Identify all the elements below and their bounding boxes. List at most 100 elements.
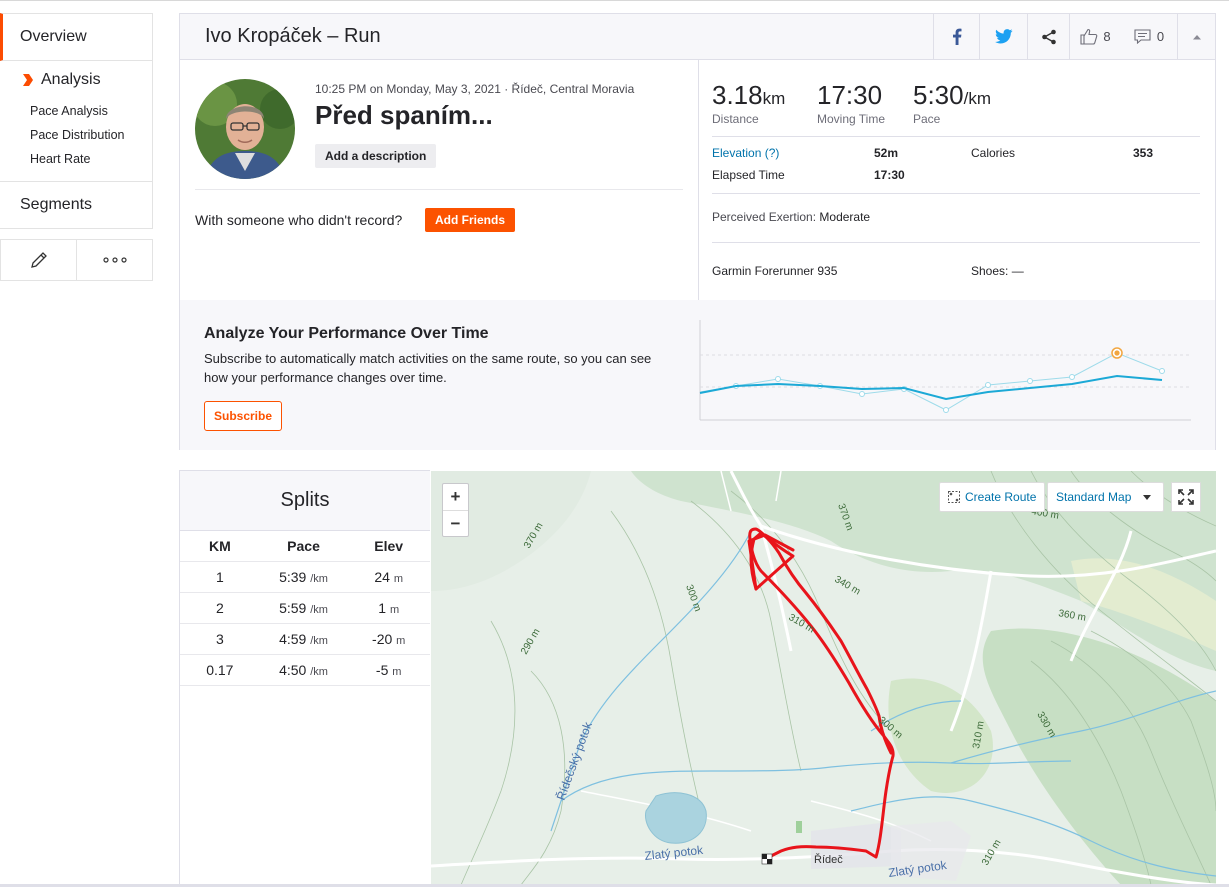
athlete-photo: [195, 79, 295, 179]
split-km: 2: [215, 600, 224, 616]
top-border: [0, 0, 1229, 2]
kudos-button[interactable]: 8: [1069, 14, 1121, 59]
pencil-icon: [30, 252, 47, 268]
divider: [712, 136, 1200, 137]
fullscreen-button[interactable]: [1171, 482, 1201, 512]
divider: [712, 193, 1200, 194]
zoom-out-button[interactable]: −: [443, 510, 468, 536]
twitter-share-button[interactable]: [979, 14, 1027, 59]
split-pace: 4:59 /km: [279, 631, 328, 647]
exertion-value: Moderate: [819, 210, 871, 224]
activity-name: Před spaním...: [315, 100, 493, 130]
village-label: Řídeč: [814, 853, 843, 866]
nav-pace-distribution[interactable]: Pace Distribution: [22, 123, 152, 147]
activity-header: Ivo Kropáček – Run 8 0: [180, 14, 1215, 60]
device-name: Garmin Forerunner 935: [712, 264, 838, 278]
splits-panel: Splits KM Pace Elev 1 5:39 /km 24 m 2 5:…: [179, 470, 430, 884]
sidebar: Overview Analysis Pace Analysis Pace Dis…: [0, 13, 153, 281]
with-someone-text: With someone who didn't record?: [195, 212, 403, 228]
map-type-dropdown[interactable]: Standard Map: [1047, 482, 1164, 512]
moving-time-label: Moving Time: [817, 112, 886, 126]
nav-analysis[interactable]: Analysis: [22, 71, 152, 89]
pace-unit: /km: [963, 89, 991, 108]
distance-value: 3.18: [712, 80, 763, 110]
edit-button[interactable]: [1, 240, 76, 280]
map-canvas: 370 m 400 m 370 m 340 m 300 m 310 m 360 …: [431, 471, 1216, 885]
twitter-icon: [994, 29, 1012, 44]
elevation-help-link[interactable]: Elevation (?): [712, 146, 779, 160]
split-elev: -20 m: [372, 631, 406, 647]
nav-pace-analysis[interactable]: Pace Analysis: [22, 99, 152, 123]
activity-card: Ivo Kropáček – Run 8 0 10:25 PM on Monda…: [179, 13, 1216, 450]
split-pace: 5:59 /km: [279, 600, 328, 616]
chevron-right-icon: [23, 74, 33, 86]
route-icon: [948, 491, 960, 503]
shoes: Shoes: —: [971, 264, 1024, 278]
split-pace: 5:39 /km: [279, 569, 328, 585]
split-elev: -5 m: [375, 662, 402, 678]
create-route-button[interactable]: Create Route: [939, 482, 1046, 512]
add-friends-button[interactable]: Add Friends: [425, 208, 516, 232]
comment-icon: [1134, 29, 1151, 44]
nav-analysis-section: Analysis Pace Analysis Pace Distribution…: [0, 61, 153, 182]
elevation-value: 52m: [874, 146, 899, 160]
split-km: 3: [215, 631, 224, 647]
avatar[interactable]: [195, 79, 295, 179]
activity-summary: 10:25 PM on Monday, May 3, 2021 · Řídeč,…: [180, 60, 699, 300]
table-row: 3 4:59 /km -20 m: [180, 624, 430, 655]
nav-segments[interactable]: Segments: [0, 182, 153, 229]
nav-overview[interactable]: Overview: [0, 13, 153, 61]
col-km: KM: [208, 538, 231, 554]
table-row: 0.17 4:50 /km -5 m: [180, 655, 430, 686]
splits-header-row: KM Pace Elev: [180, 531, 430, 562]
comments-count: 0: [1156, 29, 1165, 44]
divider: [195, 189, 683, 190]
elapsed-time-label: Elapsed Time: [712, 168, 785, 182]
more-icon: [102, 257, 127, 263]
calories-label: Calories: [971, 146, 1016, 160]
moving-time-value: 17:30: [817, 80, 883, 110]
elapsed-time-value: 17:30: [874, 168, 905, 182]
calories-value: 353: [1133, 146, 1154, 160]
pace-label: Pace: [913, 112, 941, 126]
perceived-exertion: Perceived Exertion: Moderate: [712, 210, 870, 224]
split-elev: 24 m: [374, 569, 403, 585]
splits-title: Splits: [180, 471, 430, 531]
subscribe-button[interactable]: Subscribe: [204, 401, 282, 431]
zoom-control: + −: [442, 483, 469, 537]
performance-upsell: Analyze Your Performance Over Time Subsc…: [180, 300, 1215, 450]
col-elev: Elev: [374, 538, 404, 554]
more-button[interactable]: [76, 240, 152, 280]
expand-icon: [1178, 489, 1194, 505]
table-row: 2 5:59 /km 1 m: [180, 593, 430, 624]
map-type-label: Standard Map: [1056, 490, 1132, 504]
distance-label: Distance: [712, 112, 759, 126]
table-row: 1 5:39 /km 24 m: [180, 562, 430, 593]
performance-text: Subscribe to automatically match activit…: [204, 351, 652, 385]
route-map[interactable]: 370 m 400 m 370 m 340 m 300 m 310 m 360 …: [431, 471, 1216, 885]
split-pace: 4:50 /km: [279, 662, 328, 678]
collapse-button[interactable]: [1177, 14, 1215, 59]
stat-moving-time: 17:30 Moving Time: [817, 80, 885, 126]
performance-title: Analyze Your Performance Over Time: [204, 325, 489, 342]
col-pace: Pace: [287, 538, 320, 554]
share-icon: [1041, 29, 1056, 44]
exertion-label: Perceived Exertion:: [712, 210, 817, 224]
divider: [712, 242, 1200, 243]
facebook-share-button[interactable]: [933, 14, 979, 59]
zoom-in-button[interactable]: +: [443, 484, 468, 510]
nav-analysis-label: Analysis: [41, 71, 101, 88]
stat-distance: 3.18km Distance: [712, 80, 785, 126]
caret-down-icon: [1143, 494, 1152, 500]
add-description-button[interactable]: Add a description: [315, 144, 437, 168]
distance-unit: km: [762, 89, 786, 108]
facebook-icon: [952, 28, 961, 45]
activity-meta: 10:25 PM on Monday, May 3, 2021 · Řídeč,…: [315, 82, 635, 96]
split-km: 0.17: [206, 662, 234, 678]
caret-up-icon: [1192, 34, 1201, 39]
share-button[interactable]: [1027, 14, 1069, 59]
nav-heart-rate[interactable]: Heart Rate: [22, 147, 152, 171]
performance-trend-graphic: [699, 320, 1191, 421]
comments-button[interactable]: 0: [1121, 14, 1177, 59]
split-km: 1: [215, 569, 224, 585]
